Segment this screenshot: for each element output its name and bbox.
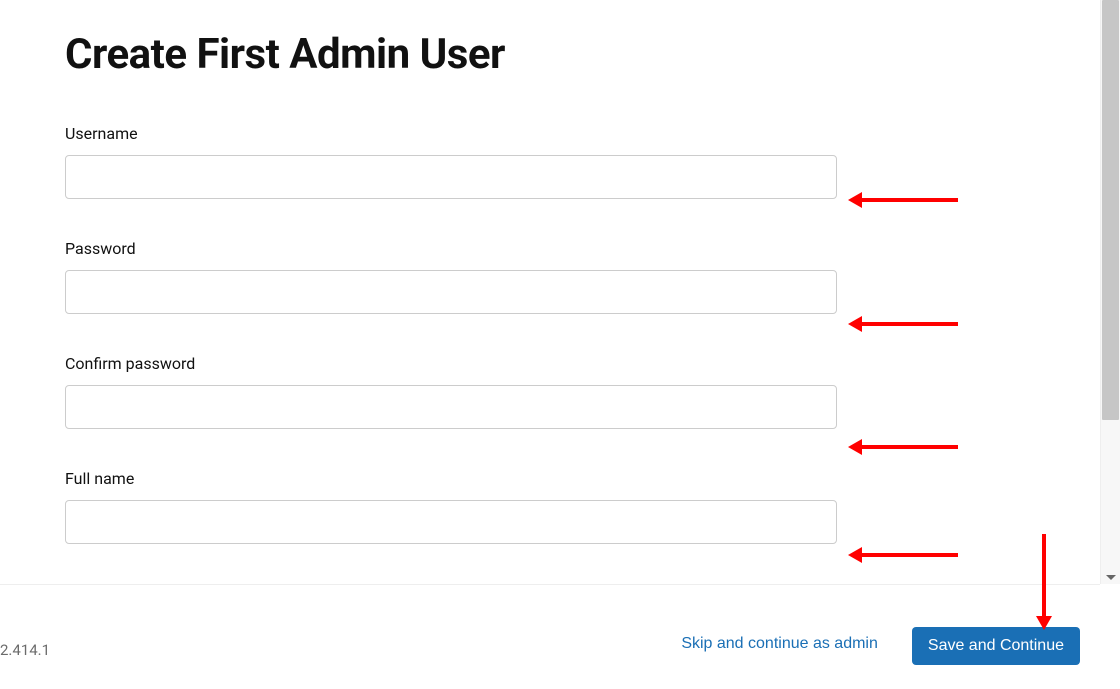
username-label: Username (65, 124, 1100, 143)
password-group: Password (65, 239, 1100, 314)
password-input[interactable] (65, 270, 837, 314)
confirm-password-label: Confirm password (65, 354, 1100, 373)
full-name-label: Full name (65, 469, 1100, 488)
page-title: Create First Admin User (65, 30, 1100, 79)
footer-bar: 2.414.1 Skip and continue as admin Save … (0, 584, 1100, 689)
confirm-password-input[interactable] (65, 385, 837, 429)
annotation-arrow-icon (1042, 534, 1046, 620)
password-label: Password (65, 239, 1100, 258)
annotation-arrow-icon (858, 322, 958, 326)
confirm-password-group: Confirm password (65, 354, 1100, 429)
full-name-group: Full name (65, 469, 1100, 544)
vertical-scrollbar[interactable] (1100, 0, 1120, 584)
annotation-arrow-icon (858, 553, 958, 557)
full-name-input[interactable] (65, 500, 837, 544)
version-text: 2.414.1 (0, 641, 50, 659)
form-scroll-area: Create First Admin User Username Passwor… (0, 0, 1100, 584)
save-continue-button[interactable]: Save and Continue (912, 627, 1080, 665)
annotation-arrow-icon (858, 445, 958, 449)
annotation-arrow-icon (858, 198, 958, 202)
username-group: Username (65, 124, 1100, 199)
skip-button[interactable]: Skip and continue as admin (677, 625, 882, 663)
scrollbar-down-arrow-icon[interactable] (1106, 575, 1116, 580)
scrollbar-thumb[interactable] (1102, 0, 1119, 420)
username-input[interactable] (65, 155, 837, 199)
